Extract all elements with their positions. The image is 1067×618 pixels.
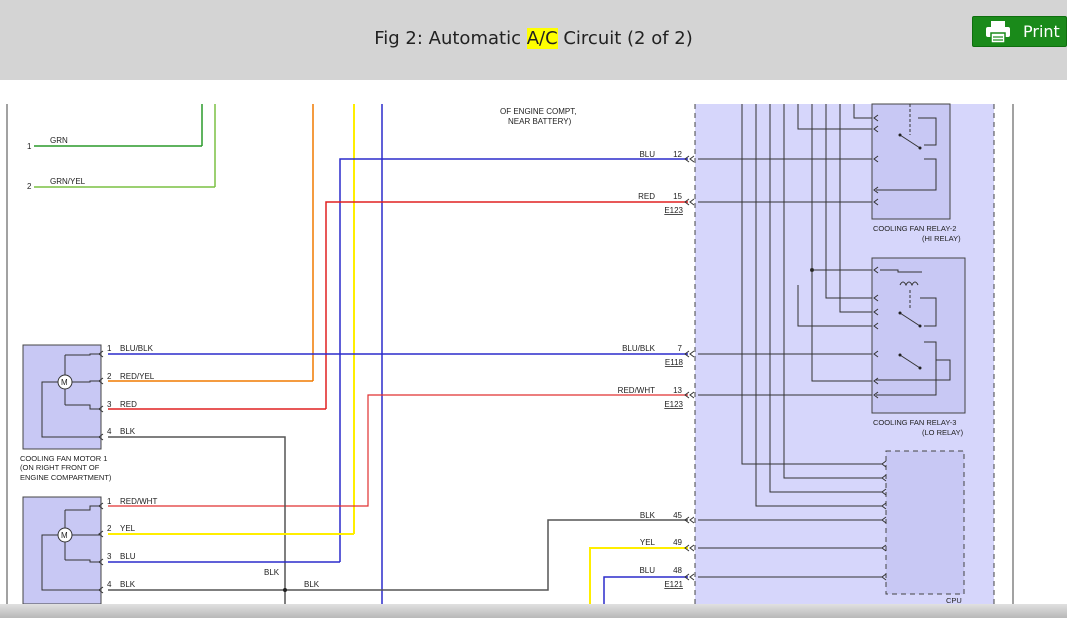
wire-label: GRN [50, 136, 68, 145]
motor1-pin-label-1: BLU/BLK [120, 344, 154, 353]
motor1-pin-num-4: 4 [107, 427, 112, 436]
motor2-pin-num-3: 3 [107, 552, 112, 561]
wire-label: BLU [639, 566, 655, 575]
wire-red-wht-13 [108, 394, 688, 507]
wire-blk-45 [108, 519, 688, 591]
wire-blu-12 [339, 158, 688, 562]
connector-pin-blu-blk-7: BLU/BLK 7 E118 [622, 344, 683, 367]
connector-terminals [98, 155, 695, 594]
wire-label: GRN/YEL [50, 177, 86, 186]
splice-point [283, 588, 287, 592]
motor1-name-line2: (ON RIGHT FRONT OF [20, 463, 100, 472]
motor1-name-line3: ENGINE COMPARTMENT) [20, 473, 112, 482]
motor2-pin-label-4: BLK [120, 580, 136, 589]
pin-number: 1 [27, 142, 32, 151]
cooling-fan-motor-2: M [22, 496, 102, 604]
cpu-block [881, 450, 965, 595]
figure-title-prefix: Fig 2: Automatic [374, 28, 527, 49]
wire-blk-motor1 [108, 436, 286, 604]
motor-symbol: M [61, 378, 68, 387]
relay2-name-line2: (HI RELAY) [922, 234, 961, 243]
connector-id: E118 [665, 358, 684, 367]
pin-number: 7 [678, 344, 683, 353]
wire-label: RED [638, 192, 655, 201]
motor2-pin-label-1: RED/WHT [120, 497, 157, 506]
location-note-line1: OF ENGINE COMPT, [500, 107, 576, 116]
wire-grn: 1 GRN [27, 104, 203, 151]
wire-label: BLK [640, 511, 656, 520]
wire-label: BLU [639, 150, 655, 159]
motor1-pin-label-4: BLK [120, 427, 136, 436]
motor1-pin-num-3: 3 [107, 400, 112, 409]
wire-red-15 [325, 201, 688, 409]
pin-number: 15 [673, 192, 682, 201]
connector-pin-blk-45: BLK 45 [640, 511, 683, 520]
ground-label-1: BLK [264, 568, 280, 577]
motor2-pin-label-3: BLU [120, 552, 136, 561]
motor2-pin-num-2: 2 [107, 524, 112, 533]
pin-number: 45 [673, 511, 682, 520]
connector-pin-red-wht-13: RED/WHT 13 E123 [618, 386, 684, 409]
wire-label: YEL [640, 538, 656, 547]
connector-id: E123 [664, 206, 683, 215]
figure-title-highlight: A/C [526, 28, 558, 49]
cooling-fan-relay-2 [871, 103, 951, 220]
motor-symbol: M [61, 531, 68, 540]
motor1-pin-num-1: 1 [107, 344, 112, 353]
motor1-pin-label-2: RED/YEL [120, 372, 155, 381]
pin-number: 13 [673, 386, 682, 395]
pin-number: 2 [27, 182, 32, 191]
horizontal-scrollbar[interactable] [0, 604, 1067, 618]
print-button-label: Print [1023, 22, 1060, 41]
motor1-name-line1: COOLING FAN MOTOR 1 [20, 454, 107, 463]
cooling-fan-motor-1: M [22, 344, 102, 450]
wire-label: RED/WHT [618, 386, 655, 395]
pin-number: 12 [673, 150, 682, 159]
figure-title-suffix: Circuit (2 of 2) [557, 28, 693, 49]
motor1-pin-label-3: RED [120, 400, 137, 409]
connector-id: E121 [664, 580, 683, 589]
pin-number: 48 [673, 566, 682, 575]
connector-pin-yel-49: YEL 49 [640, 538, 683, 547]
cpu-label: CPU [946, 596, 962, 604]
location-note-line2: NEAR BATTERY) [508, 117, 572, 126]
header-bar: Fig 2: Automatic A/C Circuit (2 of 2) Pr… [0, 0, 1067, 80]
pin-number: 49 [673, 538, 682, 547]
motor1-pin-num-2: 2 [107, 372, 112, 381]
ground-label-2: BLK [304, 580, 320, 589]
motor2-pin-num-4: 4 [107, 580, 112, 589]
motor2-pin-label-2: YEL [120, 524, 136, 533]
wire-grn-yel: 2 GRN/YEL [27, 104, 216, 191]
figure-title: Fig 2: Automatic A/C Circuit (2 of 2) [0, 28, 1067, 49]
print-button[interactable]: Print [972, 16, 1067, 47]
connector-id: E123 [664, 400, 683, 409]
connector-pin-blu-12: BLU 12 [639, 150, 682, 159]
relay3-name-line1: COOLING FAN RELAY-3 [873, 418, 956, 427]
cooling-fan-relay-3 [871, 257, 966, 414]
connector-pin-red-15: RED 15 E123 [638, 192, 683, 215]
relay3-name-line2: (LO RELAY) [922, 428, 964, 437]
wiring-diagram: OF ENGINE COMPT, NEAR BATTERY) 1 GRN 2 G… [6, 103, 1014, 604]
printer-icon [986, 21, 1010, 43]
relay2-name-line1: COOLING FAN RELAY-2 [873, 224, 956, 233]
motor2-pin-num-1: 1 [107, 497, 112, 506]
wire-label: BLU/BLK [622, 344, 656, 353]
